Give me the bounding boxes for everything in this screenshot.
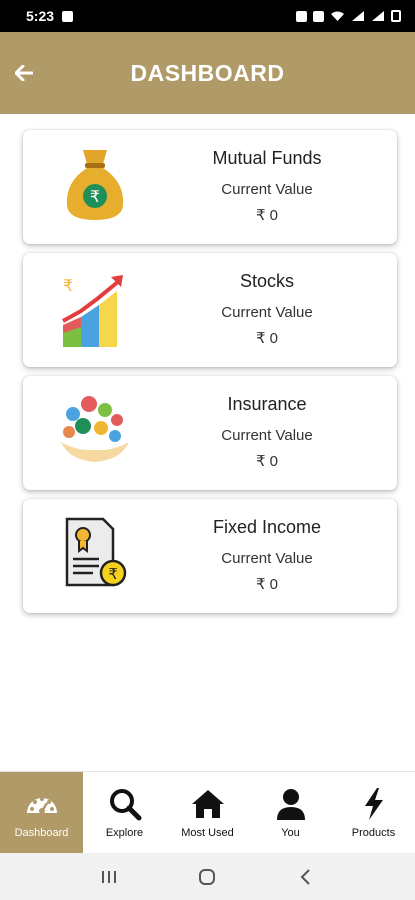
signal-icon: [352, 11, 364, 21]
recent-apps-icon: [102, 870, 117, 883]
system-nav-bar: [0, 853, 415, 900]
card-subtitle: Current Value: [221, 181, 313, 198]
page-title: DASHBOARD: [130, 59, 285, 86]
home-circle-icon: [199, 868, 216, 885]
recent-apps-button[interactable]: [95, 863, 123, 891]
card-title: Insurance: [227, 394, 307, 414]
nav-item-you[interactable]: You: [249, 772, 332, 853]
card-title: Mutual Funds: [212, 148, 322, 168]
card-insurance[interactable]: Insurance Current Value ₹ 0: [23, 376, 397, 490]
card-value: ₹ 0: [255, 207, 279, 224]
nav-item-products[interactable]: Products: [332, 772, 415, 853]
card-value: ₹ 0: [255, 330, 279, 347]
card-subtitle: Current Value: [221, 304, 313, 321]
gallery-notification-icon: [62, 10, 74, 22]
nav-label: Most Used: [181, 826, 234, 839]
card-title: Stocks: [239, 271, 295, 291]
svg-text:₹: ₹: [90, 187, 100, 206]
lightning-icon: [364, 787, 383, 820]
speedometer-icon: [26, 796, 57, 814]
nav-label: You: [281, 826, 300, 839]
card-subtitle: Current Value: [221, 427, 313, 444]
user-icon: [276, 788, 305, 820]
growth-chart-icon: ₹: [62, 275, 123, 347]
nav-label: Explore: [105, 826, 144, 839]
card-mutual-funds[interactable]: ₹ Mutual Funds Current Value ₹ 0: [23, 130, 397, 244]
mute-icon: [313, 10, 324, 22]
money-bag-icon: ₹: [66, 150, 124, 220]
svg-text:₹: ₹: [108, 565, 118, 583]
app-bar: DASHBOARD: [0, 32, 415, 114]
portfolio-card-list: ₹ Mutual Funds Current Value ₹ 0 ₹ Stock…: [23, 130, 397, 622]
nav-item-most-used[interactable]: Most Used: [166, 772, 249, 853]
certificate-icon: ₹: [65, 517, 127, 587]
nav-label: Dashboard: [14, 826, 69, 839]
alarm-icon: [296, 10, 307, 22]
card-title: Fixed Income: [212, 517, 322, 537]
signal-2-icon: [372, 11, 384, 21]
battery-icon: [391, 10, 401, 22]
card-stocks[interactable]: ₹ Stocks Current Value ₹ 0: [23, 253, 397, 367]
status-bar: 5:23: [0, 0, 415, 32]
insurance-hands-icon: [61, 396, 129, 462]
card-fixed-income[interactable]: ₹ Fixed Income Current Value ₹ 0: [23, 499, 397, 613]
card-value: ₹ 0: [255, 453, 279, 470]
arrow-left-icon: [15, 65, 33, 81]
nav-item-explore[interactable]: Explore: [83, 772, 166, 853]
card-value: ₹ 0: [255, 576, 279, 593]
system-back-button[interactable]: [292, 863, 320, 891]
nav-label: Products: [351, 826, 396, 839]
nav-item-dashboard[interactable]: Dashboard: [0, 772, 83, 853]
home-button[interactable]: [193, 863, 221, 891]
back-button[interactable]: [10, 59, 38, 87]
card-subtitle: Current Value: [221, 550, 313, 567]
status-time: 5:23: [26, 8, 55, 24]
search-icon: [109, 788, 141, 820]
bottom-nav: Dashboard Explore Most Used You Products: [0, 771, 415, 853]
svg-text:₹: ₹: [63, 276, 73, 295]
home-icon: [191, 789, 224, 818]
wifi-icon: [331, 11, 344, 21]
chevron-left-icon: [300, 868, 310, 885]
